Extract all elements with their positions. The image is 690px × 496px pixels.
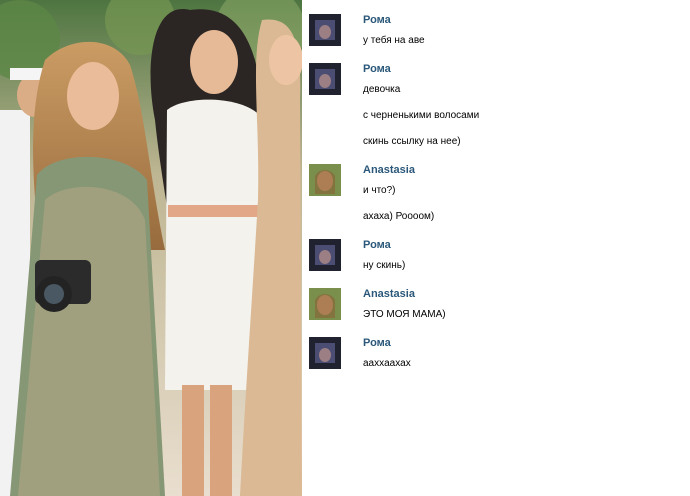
message-author[interactable]: Рома [363, 239, 391, 251]
message-text: ахаха) Роооом) [363, 211, 435, 222]
message-text: ну скинь) [363, 260, 406, 271]
roma-avatar[interactable] [309, 337, 341, 369]
message-text: девочка [363, 84, 401, 95]
photo-group-women [0, 0, 302, 496]
message-author[interactable]: Anastasia [363, 164, 415, 176]
roma-avatar[interactable] [309, 239, 341, 271]
anastasia-avatar[interactable] [309, 288, 341, 320]
message-text: и что?) [363, 185, 396, 196]
message-text: скинь ссылку на нее) [363, 136, 461, 147]
message-text: у тебя на аве [363, 35, 425, 46]
chat-panel: Рома у тебя на аве Рома девочка с чернен… [302, 0, 690, 496]
message-text: ЭТО МОЯ МАМА) [363, 309, 446, 320]
message-text: аахxaахах [363, 358, 411, 369]
roma-avatar[interactable] [309, 14, 341, 46]
message-author[interactable]: Рома [363, 63, 391, 75]
roma-avatar[interactable] [309, 63, 341, 95]
anastasia-avatar[interactable] [309, 164, 341, 196]
message-author[interactable]: Рома [363, 337, 391, 349]
message-author[interactable]: Рома [363, 14, 391, 26]
message-author[interactable]: Anastasia [363, 288, 415, 300]
message-text: с черненькими волосами [363, 110, 480, 121]
